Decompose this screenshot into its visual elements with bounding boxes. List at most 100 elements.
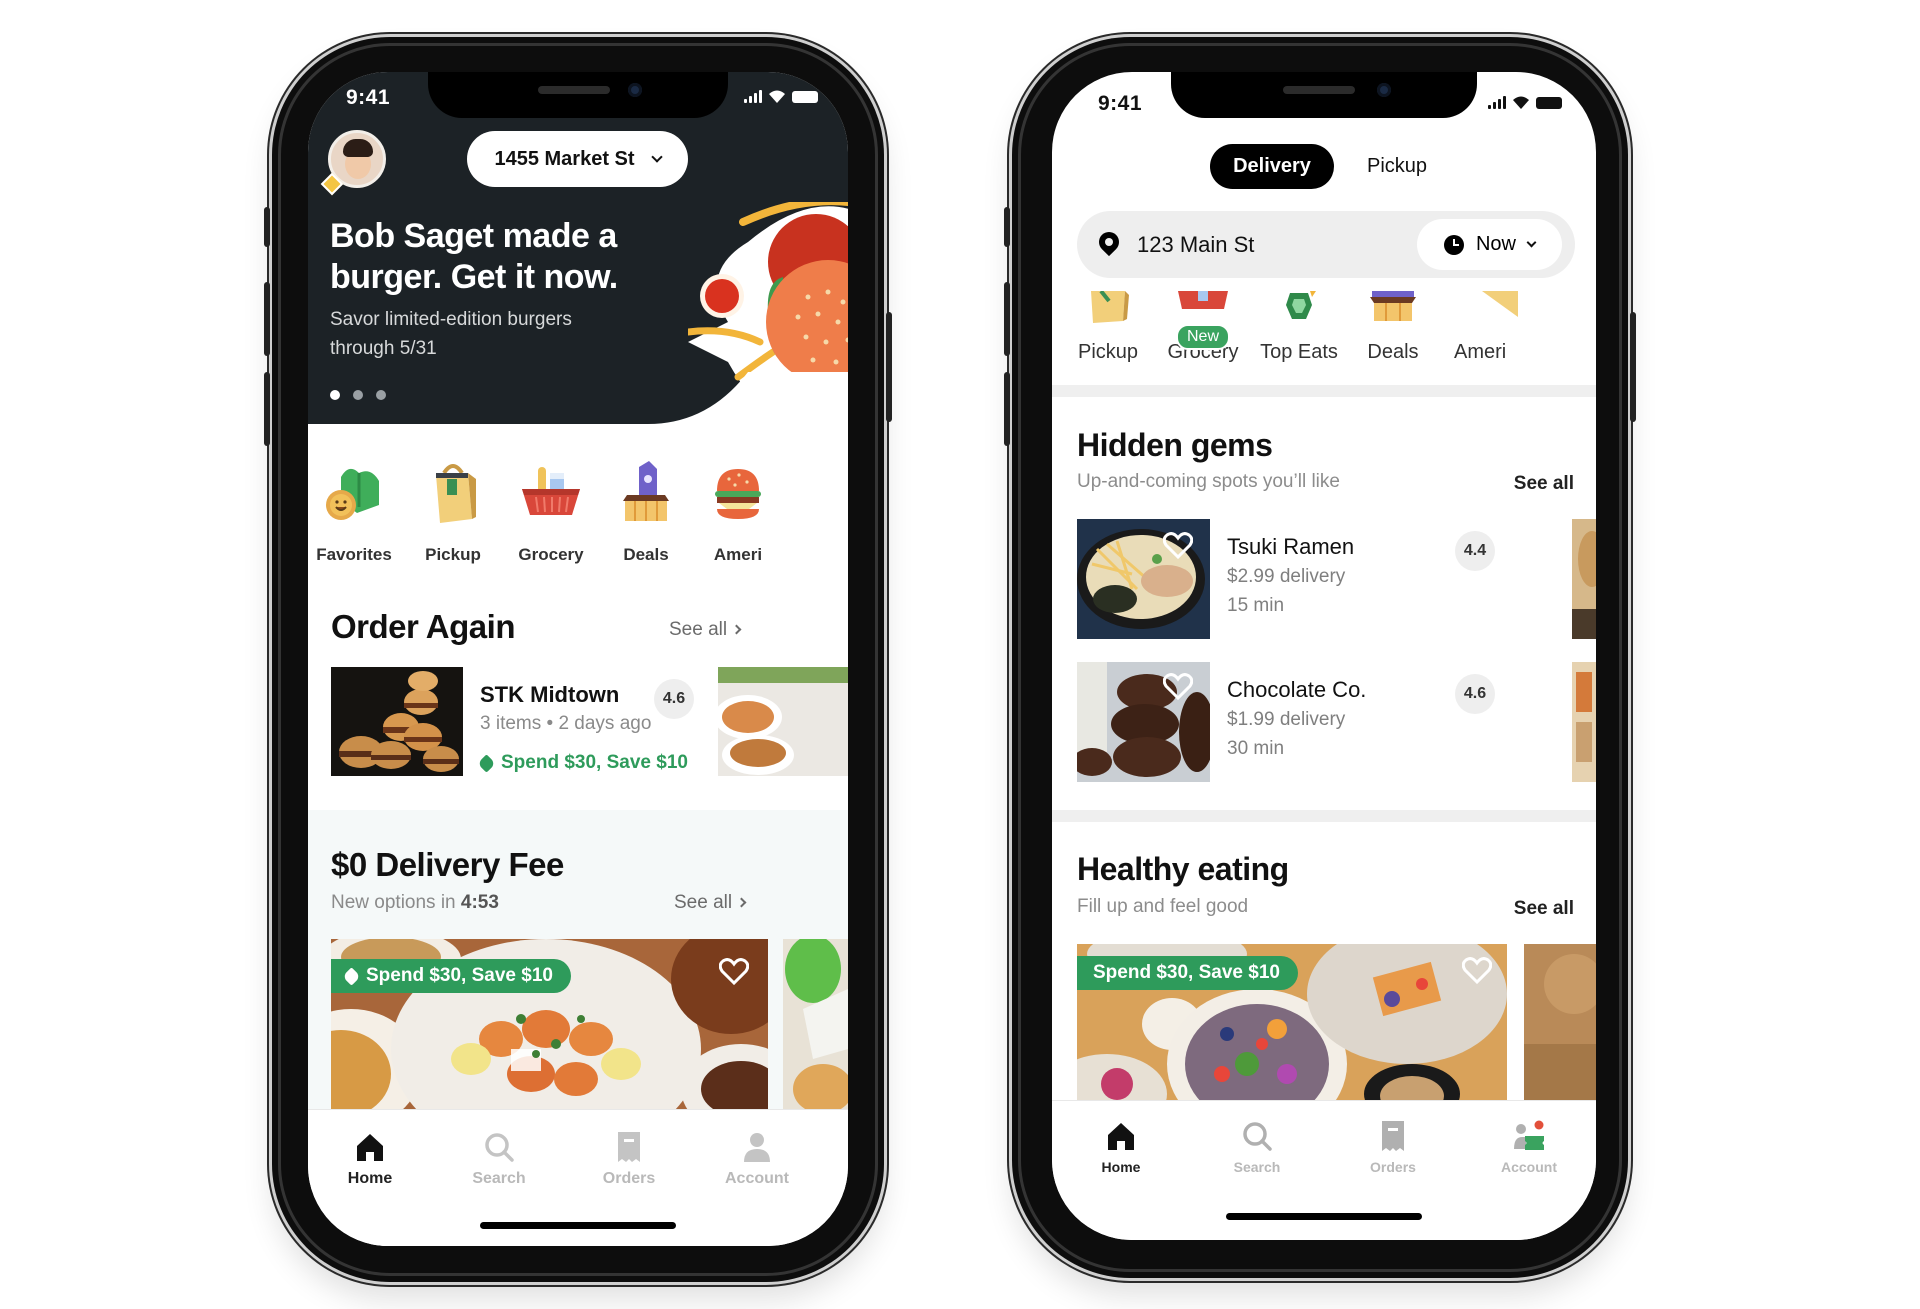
hidden-gems-see-all[interactable]: See all [1514, 473, 1574, 495]
burger-icon [1468, 291, 1518, 343]
subtitle-prefix: New options in [331, 892, 461, 913]
carousel-dot-3[interactable] [376, 390, 386, 400]
tab-orders[interactable]: Orders [574, 1130, 684, 1188]
heart-icon[interactable] [1163, 672, 1193, 700]
volume-up-button [1004, 282, 1010, 356]
promo-text: Spend $30, Save $10 [477, 752, 688, 774]
hero-subtitle: Savor limited-edition burgers through 5/… [330, 309, 572, 359]
order-meta: 3 items • 2 days ago [480, 713, 652, 734]
tab-label: Home [347, 1170, 393, 1187]
hidden-gems-subtitle: Up-and-coming spots you’ll like [1077, 471, 1340, 492]
healthy-eating-title: Healthy eating [1077, 851, 1289, 887]
category-label: Deals [623, 545, 669, 564]
rating-badge: 4.6 [1455, 674, 1495, 714]
tab-home[interactable]: Home [1066, 1119, 1176, 1175]
signal-icon [744, 90, 762, 103]
notch [1171, 72, 1477, 118]
category-grocery[interactable]: New Grocery [1148, 291, 1258, 364]
category-grocery[interactable]: Grocery [501, 457, 601, 565]
pickup-toggle[interactable]: Pickup [1352, 144, 1442, 189]
address-text: 123 Main St [1137, 232, 1255, 257]
tab-orders[interactable]: Orders [1338, 1119, 1448, 1175]
tab-account[interactable]: Account [1474, 1119, 1584, 1175]
tab-label: Search [1233, 1159, 1281, 1175]
section-divider [1052, 810, 1596, 822]
schedule-label: Now [1475, 233, 1516, 255]
hero-curve [538, 372, 848, 462]
right-phone-frame: 9:41 Delivery Pickup 123 Main St Now Pic… [1004, 37, 1636, 1278]
tag-icon [477, 753, 496, 773]
restaurant-name[interactable]: STK Midtown [480, 682, 619, 708]
search-icon [1240, 1119, 1274, 1153]
tab-home[interactable]: Home [315, 1130, 425, 1188]
see-all-label: See all [674, 892, 733, 913]
top-eats-icon [1274, 291, 1324, 343]
home-indicator[interactable] [1226, 1213, 1422, 1220]
heart-icon[interactable] [719, 957, 749, 985]
category-deals[interactable]: Deals [1338, 291, 1448, 364]
featured-restaurant-card[interactable]: Spend $30, Save $10 [331, 939, 768, 1111]
carousel-dots[interactable] [330, 390, 386, 400]
restaurant-name[interactable]: Chocolate Co. [1227, 677, 1366, 703]
deals-tag-icon [1368, 291, 1418, 343]
notch [428, 72, 728, 118]
mute-switch [1004, 207, 1010, 247]
next-featured-card[interactable] [783, 939, 848, 1111]
hero-title: Bob Saget made a burger. Get it now. [330, 217, 618, 296]
see-all-label: See all [669, 619, 728, 640]
category-american[interactable]: Ameri [1438, 291, 1548, 364]
healthy-eating-see-all[interactable]: See all [1514, 898, 1574, 920]
volume-down-button [264, 372, 270, 446]
category-label: Ameri [1454, 341, 1507, 363]
order-again-see-all[interactable]: See all [669, 619, 742, 641]
category-pickup[interactable]: Pickup [1053, 291, 1163, 364]
tab-account[interactable]: Account [702, 1130, 812, 1188]
receipt-icon [612, 1130, 646, 1164]
delivery-eta: 15 min [1227, 595, 1285, 616]
schedule-selector[interactable]: Now [1417, 219, 1562, 270]
tsuki-ramen-image[interactable] [1077, 519, 1210, 639]
next-restaurant-image[interactable] [718, 667, 848, 776]
home-icon [353, 1130, 387, 1164]
delivery-toggle[interactable]: Delivery [1210, 144, 1334, 189]
category-pickup[interactable]: Pickup [403, 457, 503, 565]
category-label: Pickup [1077, 341, 1139, 363]
heart-icon[interactable] [1462, 956, 1492, 984]
category-american[interactable]: Ameri [688, 457, 788, 565]
right-screen: 9:41 Delivery Pickup 123 Main St Now Pic… [1052, 72, 1596, 1240]
chocolate-co-image[interactable] [1077, 662, 1210, 782]
category-favorites[interactable]: Favorites [308, 457, 404, 565]
restaurant-name[interactable]: Tsuki Ramen [1227, 534, 1354, 560]
status-time: 9:41 [346, 86, 391, 109]
healthy-featured-card[interactable]: Spend $30, Save $10 [1077, 944, 1507, 1102]
person-icon [740, 1130, 774, 1164]
tab-search[interactable]: Search [444, 1130, 554, 1188]
carousel-dot-1[interactable] [330, 390, 340, 400]
carousel-dot-2[interactable] [353, 390, 363, 400]
power-button [886, 312, 892, 422]
new-badge: New [1175, 324, 1231, 350]
status-time: 9:41 [1098, 92, 1143, 115]
delivery-fee-see-all[interactable]: See all [674, 892, 747, 914]
shopping-bag-icon [418, 457, 488, 527]
tab-label: Account [1501, 1159, 1557, 1175]
next-restaurant-image[interactable] [1572, 519, 1596, 639]
location-pin-icon [1094, 227, 1124, 257]
category-deals[interactable]: Deals [596, 457, 696, 565]
chevron-down-icon [650, 150, 663, 163]
category-row: Pickup New Grocery Top Eats Deals Ameri [1052, 272, 1596, 372]
delivery-fee-subtitle: New options in 4:53 [331, 892, 499, 914]
home-indicator[interactable] [480, 1222, 676, 1229]
next-restaurant-image[interactable] [1572, 662, 1596, 782]
stk-midtown-image[interactable] [331, 667, 463, 776]
promo-badge: Spend $30, Save $10 [331, 959, 571, 993]
deals-tag-icon [611, 457, 681, 527]
tab-search[interactable]: Search [1202, 1119, 1312, 1175]
left-phone-frame: 9:41 1455 Market St Bob Saget made a bur… [264, 37, 892, 1282]
next-featured-card[interactable] [1524, 944, 1596, 1102]
address-bar[interactable]: 123 Main St Now [1077, 211, 1575, 278]
heart-icon[interactable] [1163, 531, 1193, 559]
delivery-eta: 30 min [1227, 738, 1285, 759]
address-selector[interactable]: 1455 Market St [467, 131, 688, 187]
hidden-gems-title: Hidden gems [1077, 427, 1273, 463]
